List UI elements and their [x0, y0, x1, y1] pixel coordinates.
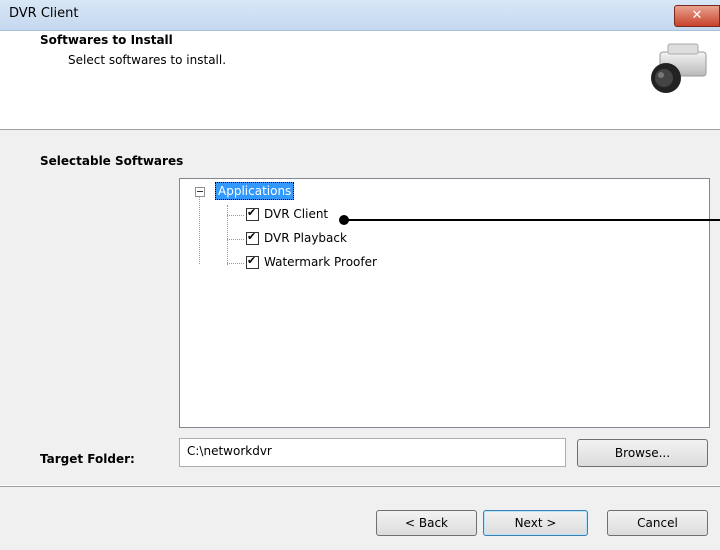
page-title: Softwares to Install — [40, 33, 173, 47]
watermark-proofer-checkbox[interactable] — [246, 254, 259, 269]
callout-dot — [339, 215, 349, 225]
tree-connector — [227, 239, 244, 240]
callout-line — [344, 219, 720, 221]
tree-connector — [199, 197, 200, 264]
page-subtitle: Select softwares to install. — [68, 53, 227, 67]
tree-connector — [227, 205, 228, 265]
tree-root-applications[interactable]: Applications — [215, 182, 295, 200]
tree-item-label[interactable]: DVR Playback — [264, 230, 347, 246]
target-folder-label: Target Folder: — [40, 452, 135, 466]
back-button[interactable]: < Back — [376, 510, 477, 536]
title-bar: DVR Client ✕ — [0, 0, 720, 31]
tree-connector — [227, 215, 244, 216]
tree-item-label[interactable]: DVR Client — [264, 206, 328, 222]
collapse-icon[interactable] — [195, 187, 205, 197]
close-button[interactable]: ✕ — [674, 5, 720, 27]
camera-icon — [651, 43, 707, 93]
tree-item-label[interactable]: Watermark Proofer — [264, 254, 377, 270]
dvr-client-checkbox[interactable] — [246, 206, 259, 221]
close-icon: ✕ — [691, 8, 703, 23]
dvr-playback-checkbox[interactable] — [246, 230, 259, 245]
tree-connector — [227, 263, 244, 264]
target-folder-input[interactable]: C:\networkdvr — [179, 438, 566, 467]
browse-button[interactable]: Browse... — [577, 439, 708, 467]
window-title: DVR Client — [9, 6, 79, 21]
selectable-softwares-label: Selectable Softwares — [40, 154, 184, 168]
next-button[interactable]: Next > — [483, 510, 588, 536]
cancel-button[interactable]: Cancel — [607, 510, 708, 536]
